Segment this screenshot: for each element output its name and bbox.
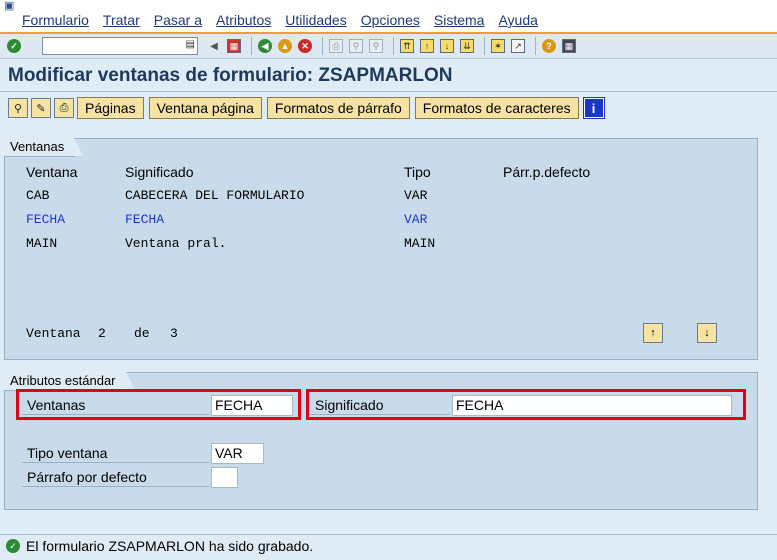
save-icon[interactable]: ▦ [226, 38, 242, 54]
menu-atributos[interactable]: Atributos [216, 12, 271, 28]
pager-total: 3 [170, 326, 178, 341]
info-icon[interactable]: i [582, 97, 605, 119]
menu-formulario[interactable]: Formulario [22, 12, 89, 28]
menu-utilidades[interactable]: Utilidades [285, 12, 346, 28]
layout-menu-icon[interactable]: ▦ [561, 38, 577, 54]
menu-opciones[interactable]: Opciones [361, 12, 420, 28]
formatos-parrafo-button[interactable]: Formatos de párrafo [266, 97, 410, 119]
row-significado: Ventana pral. [125, 236, 227, 251]
history-dropdown-icon[interactable]: ▤ [186, 39, 195, 50]
status-bar: ✓ El formulario ZSAPMARLON ha sido graba… [0, 534, 777, 558]
success-icon: ✓ [6, 539, 20, 553]
next-page-icon[interactable]: ↓ [439, 38, 455, 54]
formatos-caracteres-button[interactable]: Formatos de caracteres [414, 97, 579, 119]
tipo-ventana-label: Tipo ventana [22, 443, 210, 463]
row-ventana[interactable]: FECHA [26, 212, 65, 227]
status-message: El formulario ZSAPMARLON ha sido grabado… [26, 538, 314, 554]
shortcut-icon[interactable]: ↗ [510, 38, 526, 54]
last-page-icon[interactable]: ⇊ [459, 38, 475, 54]
status-message-container[interactable]: ✓ El formulario ZSAPMARLON ha sido graba… [6, 538, 313, 554]
pager-label: Ventana [26, 326, 81, 341]
find-next-icon[interactable]: ⚲ [368, 38, 384, 54]
ventanas-group-title: Ventanas [4, 138, 84, 157]
command-field[interactable]: ▤ [42, 37, 198, 55]
new-session-icon[interactable]: ✶ [490, 38, 506, 54]
page-title: Modificar ventanas de formulario: ZSAPMA… [8, 65, 453, 86]
page-up-icon[interactable]: ↑ [643, 323, 663, 343]
cancel-icon[interactable]: ✕ [297, 38, 313, 54]
menu-sistema[interactable]: Sistema [434, 12, 485, 28]
edit-icon[interactable]: ✎ [31, 98, 51, 118]
menu-items: Formulario Tratar Pasar a Atributos Util… [22, 12, 552, 28]
row-significado: CABECERA DEL FORMULARIO [125, 188, 305, 203]
menu-ayuda[interactable]: Ayuda [498, 12, 537, 28]
row-ventana[interactable]: MAIN [26, 236, 57, 251]
ventanas-highlight [16, 389, 301, 420]
tipo-ventana-field[interactable]: VAR [211, 443, 264, 464]
exit-icon[interactable]: ▲ [277, 38, 293, 54]
row-ventana[interactable]: CAB [26, 188, 49, 203]
menu-tratar[interactable]: Tratar [103, 12, 140, 28]
paginas-button[interactable]: Páginas [77, 97, 144, 119]
pager-of: de [134, 326, 150, 341]
menu-pasar-a[interactable]: Pasar a [154, 12, 202, 28]
significado-highlight [306, 389, 746, 420]
row-tipo: MAIN [404, 236, 436, 251]
row-significado: FECHA [125, 212, 165, 227]
ventana-pagina-button[interactable]: Ventana página [148, 97, 262, 119]
toolbar-separator [251, 37, 252, 55]
system-menu-icon[interactable]: ▣ [4, 1, 18, 12]
standard-toolbar: ✓ ▤ ◀ ▦ ◀ ▲ ✕ ⎙ ⚲ ⚲ ⇈ ↑ ↓ ⇊ ✶ ↗ ? ▦ [0, 32, 777, 59]
previous-page-icon[interactable]: ↑ [419, 38, 435, 54]
enter-icon[interactable]: ✓ [6, 38, 22, 54]
back-icon[interactable]: ◀ [257, 38, 273, 54]
header-ventana: Ventana [26, 164, 78, 180]
menu-bar: ▣ Formulario Tratar Pasar a Atributos Ut… [0, 0, 777, 32]
toolbar-separator [322, 37, 323, 55]
pager-current: 2 [98, 326, 106, 341]
title-bar: Modificar ventanas de formulario: ZSAPMA… [0, 60, 777, 92]
command-input[interactable] [43, 38, 183, 54]
row-tipo: VAR [404, 188, 428, 203]
toolbar-separator [535, 37, 536, 55]
print-preview-icon[interactable]: ⎙ [54, 98, 74, 118]
help-icon[interactable]: ? [541, 38, 557, 54]
first-page-icon[interactable]: ⇈ [399, 38, 415, 54]
print-icon[interactable]: ⎙ [328, 38, 344, 54]
collapse-icon[interactable]: ◀ [206, 38, 222, 54]
header-significado: Significado [125, 164, 194, 180]
ventanas-group: Ventanas Ventana Significado Tipo Párr.p… [4, 138, 758, 360]
display-icon[interactable]: ⚲ [8, 98, 28, 118]
header-tipo: Tipo [404, 164, 431, 180]
application-toolbar: ⚲ ✎ ⎙ Páginas Ventana página Formatos de… [0, 94, 605, 122]
header-parr-defecto: Párr.p.defecto [503, 164, 591, 180]
atributos-group: Atributos estándar Ventanas FECHA Signif… [4, 372, 758, 510]
page-down-icon[interactable]: ↓ [697, 323, 717, 343]
row-tipo: VAR [404, 212, 428, 227]
toolbar-separator [484, 37, 485, 55]
find-icon[interactable]: ⚲ [348, 38, 364, 54]
parrafo-defecto-field[interactable] [211, 467, 238, 488]
parrafo-defecto-label: Párrafo por defecto [22, 467, 210, 487]
toolbar-separator [393, 37, 394, 55]
